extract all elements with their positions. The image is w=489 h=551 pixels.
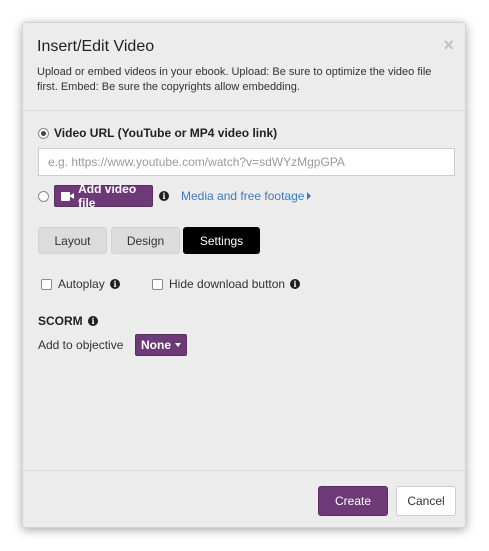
- video-url-input[interactable]: [38, 148, 455, 176]
- footer-divider: [23, 470, 465, 471]
- tab-settings[interactable]: Settings: [183, 227, 260, 254]
- chevron-down-icon: [175, 343, 181, 347]
- video-url-label: Video URL (YouTube or MP4 video link): [54, 126, 278, 140]
- media-and-footage-link[interactable]: Media and free footage: [181, 189, 312, 203]
- video-url-radio[interactable]: [38, 128, 49, 139]
- info-icon[interactable]: i: [110, 279, 120, 289]
- close-icon[interactable]: ×: [443, 35, 454, 55]
- add-to-objective-label: Add to objective: [38, 338, 124, 352]
- hide-download-checkbox[interactable]: [152, 279, 163, 290]
- dialog-description: Upload or embed videos in your ebook. Up…: [37, 66, 432, 93]
- dialog-title: Insert/Edit Video: [37, 38, 155, 55]
- info-icon[interactable]: i: [159, 191, 169, 201]
- media-link-label: Media and free footage: [181, 189, 305, 203]
- info-icon[interactable]: i: [88, 316, 98, 326]
- video-file-radio[interactable]: [38, 191, 49, 202]
- create-button[interactable]: Create: [318, 486, 388, 516]
- scorm-heading: SCORM: [38, 314, 83, 328]
- hide-download-label: Hide download button: [169, 277, 286, 291]
- cancel-button[interactable]: Cancel: [396, 486, 456, 516]
- caret-right-icon: [307, 192, 312, 200]
- add-video-file-label: Add video file: [78, 182, 137, 210]
- tab-design[interactable]: Design: [111, 227, 180, 254]
- autoplay-label: Autoplay: [58, 277, 105, 291]
- video-camera-icon: [61, 191, 74, 201]
- objective-dropdown[interactable]: None: [135, 334, 187, 356]
- autoplay-checkbox[interactable]: [41, 279, 52, 290]
- insert-edit-video-dialog: Insert/Edit Video × Upload or embed vide…: [22, 22, 466, 528]
- tab-layout[interactable]: Layout: [38, 227, 107, 254]
- objective-dropdown-value: None: [141, 338, 171, 352]
- info-icon[interactable]: i: [290, 279, 300, 289]
- header-divider: [23, 110, 465, 111]
- add-video-file-button[interactable]: Add video file: [54, 182, 153, 210]
